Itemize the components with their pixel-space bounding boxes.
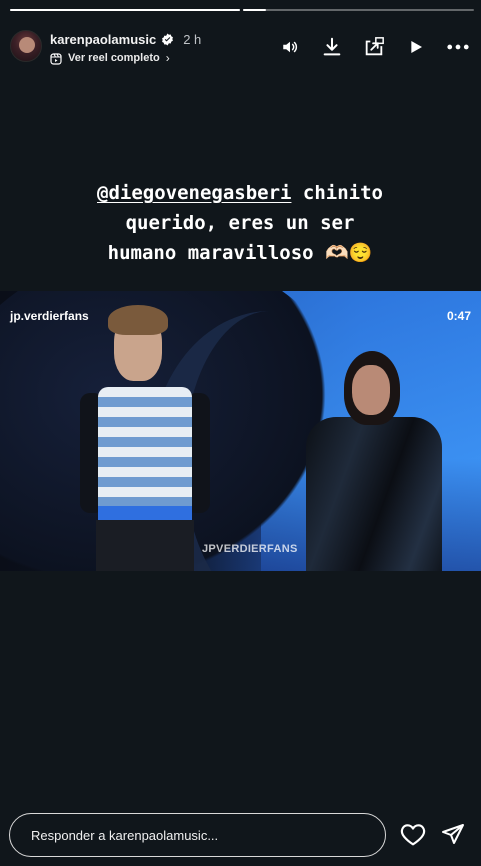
view-full-reel-link[interactable]: Ver reel completo ›	[50, 51, 170, 65]
post-time: 2 h	[183, 32, 202, 47]
progress-segment-2	[243, 9, 474, 11]
verified-badge-icon	[161, 33, 174, 46]
story-caption: @diegovenegasberi chinito querido, eres …	[40, 178, 440, 268]
reel-icon	[50, 52, 62, 65]
view-full-reel-label: Ver reel completo	[68, 52, 160, 64]
download-icon[interactable]	[319, 34, 345, 60]
story-header: karenpaolamusic 2 h Ver reel completo ›	[10, 28, 471, 70]
mention-link[interactable]: @diegovenegasberi	[97, 182, 291, 204]
story-progress	[10, 9, 474, 11]
volume-icon[interactable]	[277, 34, 303, 60]
video-duration: 0:47	[446, 309, 471, 323]
share-external-icon[interactable]	[361, 34, 387, 60]
story-viewer: karenpaolamusic 2 h Ver reel completo ›	[0, 0, 481, 866]
username[interactable]: karenpaolamusic	[50, 32, 156, 47]
man-figure	[80, 305, 210, 571]
caption-line-2: querido, eres un ser	[125, 212, 355, 234]
story-actions	[261, 34, 471, 60]
reply-input[interactable]: Responder a karenpaolamusic...	[9, 813, 386, 857]
more-icon[interactable]	[445, 34, 471, 60]
caption-line-1: chinito	[291, 182, 383, 204]
reply-placeholder: Responder a karenpaolamusic...	[31, 828, 219, 843]
send-icon[interactable]	[441, 822, 467, 848]
user-line: karenpaolamusic 2 h	[50, 32, 201, 47]
embedded-video[interactable]: jp.verdierfans 0:47 JPVERDIERFANS	[0, 291, 481, 571]
caption-line-3: humano maravilloso 🫶🏻😌	[107, 242, 373, 264]
woman-figure	[300, 351, 450, 571]
avatar[interactable]	[10, 30, 42, 62]
heart-icon[interactable]	[400, 822, 428, 848]
play-icon[interactable]	[403, 34, 429, 60]
video-account-label: jp.verdierfans	[10, 309, 89, 323]
progress-segment-1	[10, 9, 240, 11]
video-watermark: JPVERDIERFANS	[202, 543, 298, 555]
chevron-right-icon: ›	[165, 51, 170, 65]
